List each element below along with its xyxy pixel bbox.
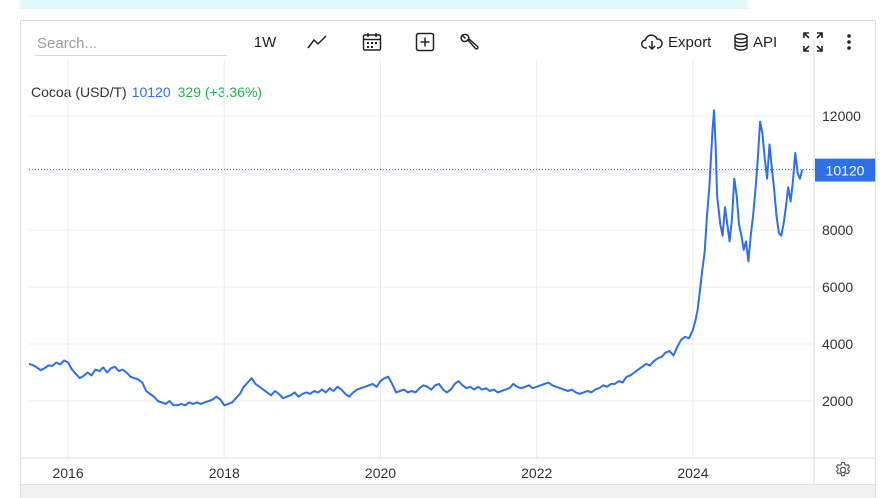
x-tick-label: 2024	[677, 465, 708, 481]
price-chart[interactable]: 2000 4000 6000 8000 12000 2016 2018 2020 2022 202…	[0, 0, 885, 498]
bottom-bar	[21, 484, 875, 498]
x-tick-label: 2016	[52, 465, 83, 481]
x-tick-label: 2020	[365, 465, 396, 481]
x-tick-label: 2022	[521, 465, 552, 481]
last-price-tag-label: 10120	[826, 163, 865, 179]
x-tick-label: 2018	[209, 465, 240, 481]
y-tick-label: 12000	[822, 108, 861, 124]
gear-icon[interactable]	[834, 461, 852, 479]
y-tick-label: 6000	[822, 279, 853, 295]
y-tick-label: 8000	[822, 222, 853, 238]
series-line-cocoa	[28, 109, 804, 407]
y-tick-label: 4000	[822, 336, 853, 352]
y-tick-label: 2000	[822, 393, 853, 409]
